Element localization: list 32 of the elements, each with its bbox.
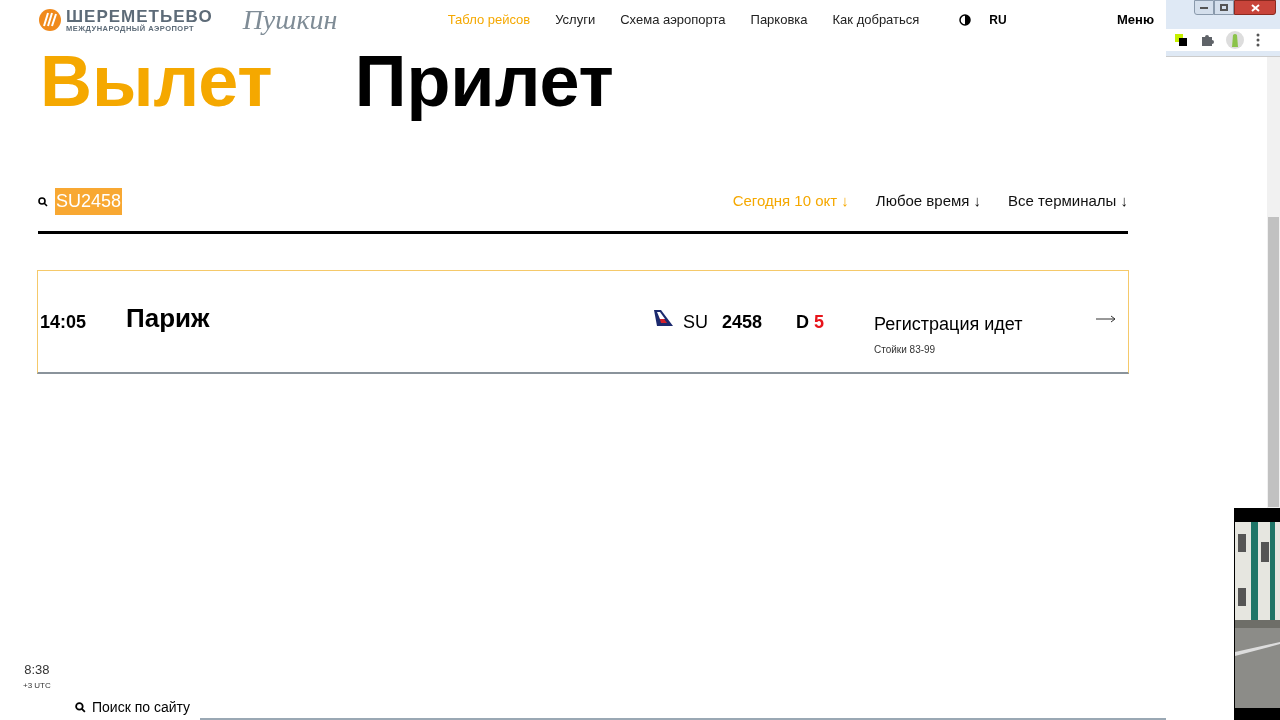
nav-link[interactable]: Схема аэропорта <box>620 10 726 30</box>
filter-dropdown[interactable]: Все терминалы ↓ <box>1008 190 1128 213</box>
gate-number: 5 <box>814 311 824 334</box>
window-controls-drawing[interactable] <box>1194 0 1276 16</box>
nav-link[interactable]: Услуги <box>555 10 596 30</box>
flight-status: Регистрация идет <box>874 312 1024 336</box>
logo-title: ШЕРЕМЕТЬЕВО <box>66 7 213 25</box>
nav-link[interactable]: Парковка <box>750 10 808 30</box>
site-search-link[interactable]: Поиск по сайту <box>92 699 191 715</box>
language-link[interactable]: RU <box>989 11 1007 29</box>
search-icon <box>75 701 86 713</box>
search-icon <box>38 196 48 207</box>
filter-dropdown[interactable]: Любое время ↓ <box>875 190 982 213</box>
destination-city: Париж <box>126 302 210 335</box>
timezone-label: +3 UTC <box>23 679 51 692</box>
flight-number: 2458 <box>721 311 762 334</box>
departure-time: 14:05 <box>40 311 88 334</box>
scrollbar[interactable] <box>1267 57 1280 508</box>
arrow-right-icon[interactable] <box>1096 314 1116 323</box>
extension-icon[interactable] <box>1174 33 1188 47</box>
menu-button[interactable]: Меню <box>1117 10 1154 30</box>
nav-link[interactable]: Как добраться <box>832 10 920 30</box>
clock-time: 8:38 <box>24 661 50 679</box>
puzzle-icon[interactable] <box>1200 33 1214 47</box>
airline-code: SU <box>682 311 708 334</box>
terminal-letter: D <box>796 311 809 334</box>
more-icon[interactable] <box>1256 33 1260 47</box>
direction-tab[interactable]: Прилет <box>354 44 614 120</box>
check-in-counters: Стойки 83-99 <box>874 342 937 357</box>
contrast-icon[interactable] <box>959 14 972 26</box>
flight-row[interactable]: 14:05 Париж SU 2458 D 5 Регистрация идет Стойки 83-99 <box>37 270 1129 374</box>
partner-logo: Пушкин <box>242 3 338 37</box>
